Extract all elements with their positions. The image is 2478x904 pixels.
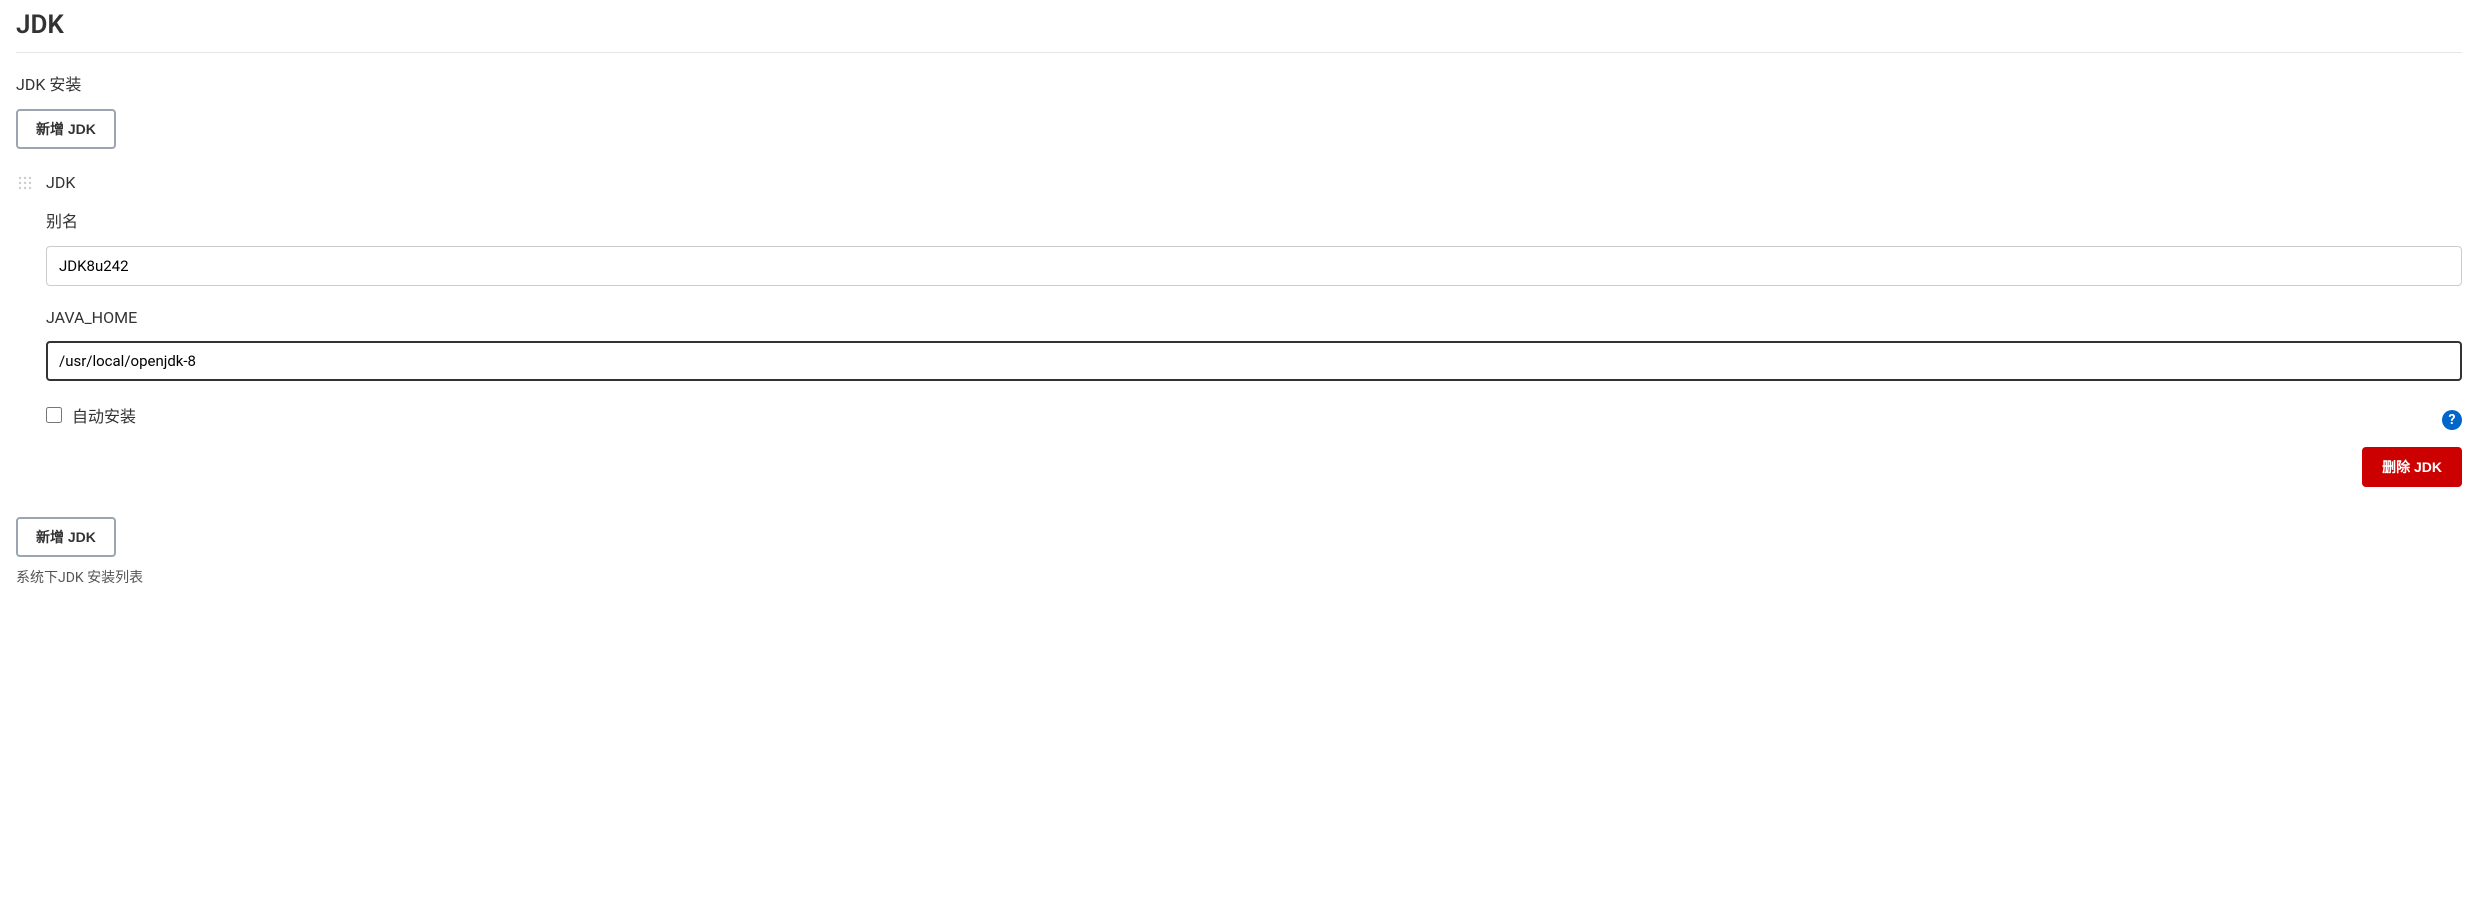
jdk-installation-block: JDK 别名 JAVA_HOME 自动安装 ? 删除 JDK <box>16 173 2462 487</box>
java-home-form-group: JAVA_HOME <box>46 308 2462 381</box>
jdk-header-row: JDK <box>16 173 2462 192</box>
alias-label: 别名 <box>46 208 2462 232</box>
jdk-entry-title: JDK <box>46 173 75 192</box>
drag-handle-icon[interactable] <box>16 174 34 192</box>
delete-button-row: 删除 JDK <box>16 447 2462 487</box>
alias-input[interactable] <box>46 246 2462 286</box>
auto-install-row: 自动安装 <box>46 403 136 427</box>
delete-jdk-button[interactable]: 删除 JDK <box>2362 447 2462 487</box>
add-jdk-button-top[interactable]: 新增 JDK <box>16 109 116 149</box>
footer-help-text: 系统下JDK 安装列表 <box>16 567 2462 587</box>
java-home-input[interactable] <box>46 341 2462 381</box>
auto-install-checkbox[interactable] <box>46 407 62 423</box>
auto-install-label: 自动安装 <box>72 403 136 427</box>
java-home-label: JAVA_HOME <box>46 308 2462 327</box>
help-icon[interactable]: ? <box>2442 410 2462 430</box>
alias-form-group: 别名 <box>46 208 2462 286</box>
install-section-label: JDK 安装 <box>16 71 2462 95</box>
section-title: JDK <box>16 10 2462 53</box>
add-jdk-button-bottom[interactable]: 新增 JDK <box>16 517 116 557</box>
